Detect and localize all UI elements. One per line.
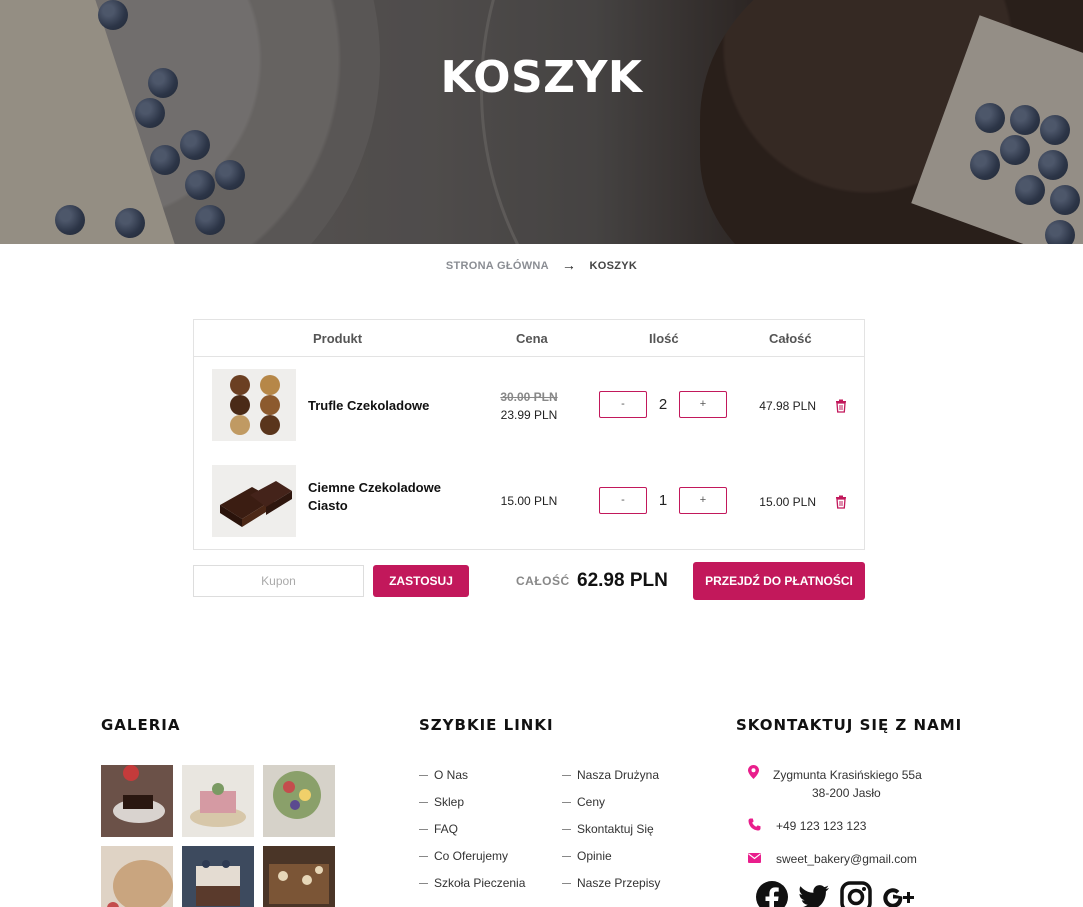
quantity-value[interactable]: 1 bbox=[648, 492, 678, 509]
gallery-image[interactable] bbox=[263, 765, 335, 837]
breadcrumb-current: KOSZYK bbox=[589, 260, 638, 272]
footer-link-offer[interactable]: Co Oferujemy bbox=[419, 849, 508, 863]
cart-row: Ciemne Czekoladowe Ciasto 15.00 PLN - 1 … bbox=[194, 453, 864, 537]
instagram-icon[interactable] bbox=[839, 880, 873, 907]
checkout-button[interactable]: PRZEJDŹ DO PŁATNOŚCI bbox=[693, 562, 865, 600]
footer-links-title: SZYBKIE LINKI bbox=[419, 716, 554, 734]
quantity-increase-button[interactable]: + bbox=[679, 487, 727, 514]
contact-phone[interactable]: +49 123 123 123 bbox=[776, 819, 866, 833]
gallery-image[interactable] bbox=[182, 846, 254, 907]
footer-link-recipes[interactable]: Nasze Przepisy bbox=[562, 876, 660, 890]
header-total: Całość bbox=[769, 331, 812, 346]
product-name[interactable]: Ciemne Czekoladowe Ciasto bbox=[308, 479, 458, 515]
quantity-value[interactable]: 2 bbox=[648, 396, 678, 413]
footer-gallery-title: GALERIA bbox=[101, 716, 181, 734]
gallery-image[interactable] bbox=[263, 846, 335, 907]
trash-icon[interactable] bbox=[834, 495, 848, 509]
trash-icon[interactable] bbox=[834, 399, 848, 413]
footer-link-school[interactable]: Szkoła Pieczenia bbox=[419, 876, 525, 890]
footer-link-shop[interactable]: Sklep bbox=[419, 795, 464, 809]
footer-link-faq[interactable]: FAQ bbox=[419, 822, 458, 836]
breadcrumb-home-link[interactable]: STRONA GŁÓWNA bbox=[446, 260, 549, 272]
gallery-image[interactable] bbox=[101, 846, 173, 907]
contact-email[interactable]: sweet_bakery@gmail.com bbox=[776, 852, 917, 866]
product-image-truffles bbox=[212, 369, 296, 441]
product-price: 23.99 PLN bbox=[500, 408, 558, 422]
gallery-image[interactable] bbox=[101, 765, 173, 837]
quantity-decrease-button[interactable]: - bbox=[599, 391, 647, 418]
product-name[interactable]: Trufle Czekoladowe bbox=[308, 397, 458, 415]
phone-icon bbox=[748, 818, 761, 831]
contact-address-line2: 38-200 Jasło bbox=[812, 786, 881, 800]
row-total: 15.00 PLN bbox=[759, 495, 816, 509]
cart-table: Produkt Cena Ilość Całość Trufle Czekola… bbox=[193, 319, 865, 550]
hero-banner: KOSZYK bbox=[0, 0, 1083, 244]
cart-total-value: 62.98 PLN bbox=[577, 570, 668, 591]
footer-link-contact[interactable]: Skontaktuj Się bbox=[562, 822, 654, 836]
page-title: KOSZYK bbox=[440, 52, 643, 103]
facebook-icon[interactable] bbox=[755, 880, 789, 907]
footer-link-prices[interactable]: Ceny bbox=[562, 795, 605, 809]
footer-contact-title: SKONTAKTUJ SIĘ Z NAMI bbox=[736, 716, 963, 734]
arrow-right-icon: → bbox=[561, 257, 577, 273]
twitter-icon[interactable] bbox=[797, 880, 831, 907]
google-plus-icon[interactable] bbox=[881, 880, 915, 907]
header-quantity: Ilość bbox=[649, 331, 679, 346]
row-total: 47.98 PLN bbox=[759, 399, 816, 413]
contact-address-line1: Zygmunta Krasińskiego 55a bbox=[773, 768, 922, 782]
quantity-increase-button[interactable]: + bbox=[679, 391, 727, 418]
breadcrumb: STRONA GŁÓWNA → KOSZYK bbox=[0, 256, 1083, 273]
product-old-price: 30.00 PLN bbox=[500, 390, 558, 404]
map-pin-icon bbox=[748, 765, 759, 779]
coupon-input[interactable]: Kupon bbox=[193, 565, 364, 597]
product-price: 15.00 PLN bbox=[500, 494, 558, 508]
footer-link-reviews[interactable]: Opinie bbox=[562, 849, 612, 863]
cart-row: Trufle Czekoladowe 30.00 PLN 23.99 PLN -… bbox=[194, 357, 864, 441]
apply-coupon-button[interactable]: ZASTOSUJ bbox=[373, 565, 469, 597]
product-image-chocolate-cake bbox=[212, 465, 296, 537]
footer-link-about[interactable]: O Nas bbox=[419, 768, 468, 782]
envelope-icon bbox=[748, 853, 761, 863]
quantity-decrease-button[interactable]: - bbox=[599, 487, 647, 514]
header-price: Cena bbox=[516, 331, 548, 346]
header-product: Produkt bbox=[313, 331, 363, 346]
gallery-image[interactable] bbox=[182, 765, 254, 837]
cart-table-header: Produkt Cena Ilość Całość bbox=[194, 320, 864, 357]
footer-link-team[interactable]: Nasza Drużyna bbox=[562, 768, 659, 782]
cart-total-label: CAŁOŚĆ bbox=[516, 574, 570, 588]
